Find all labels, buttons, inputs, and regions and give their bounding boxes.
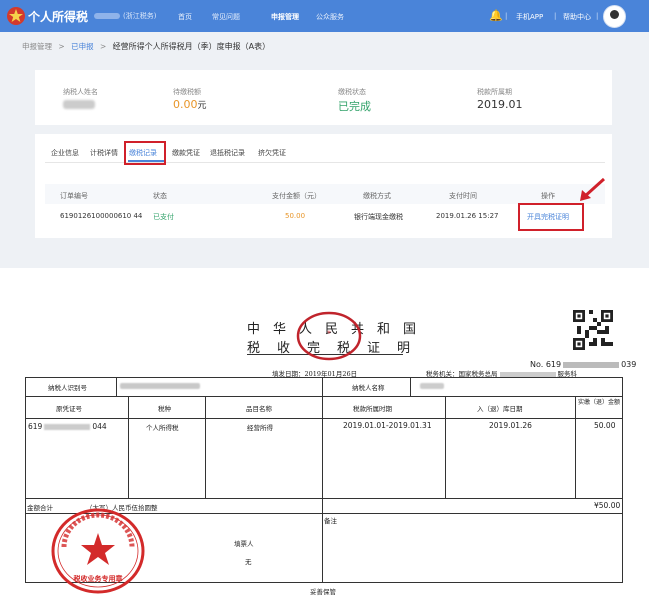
svg-text:★: ★ — [326, 329, 331, 336]
grid-line — [445, 396, 446, 498]
voucher-no-cell: 619 044 — [28, 422, 107, 431]
top-navigation-bar: 个人所得税 (浙江税务) 首页 常见问题 申报管理 公众服务 🔔 | 手机APP… — [0, 0, 649, 32]
order-no-cell: 6190126100000610 44 — [60, 212, 143, 220]
redacted-number — [563, 361, 620, 368]
hdr-storage-date: 入（退）库日期 — [477, 405, 523, 413]
app-brand-title[interactable]: 个人所得税 — [28, 8, 88, 25]
tab-refund-records[interactable]: 退抵税记录 — [210, 148, 245, 158]
tax-period-value: 2019.01 — [477, 98, 523, 111]
remark-label: 备注 — [324, 517, 337, 525]
hdr-paid-amount: 实缴（退）金额 — [578, 399, 621, 406]
preparer-label: 填票人 — [234, 540, 254, 548]
amount-cell: 50.00 — [285, 212, 306, 220]
redacted-taxpayer-name — [63, 100, 95, 109]
amount-due-label: 待缴税额 — [173, 88, 201, 96]
taxpayer-name-label: 纳税人姓名 — [63, 88, 98, 96]
breadcrumb-declared[interactable]: 已申报 — [71, 42, 94, 51]
grid-line — [25, 498, 623, 499]
payment-status-value: 已完成 — [338, 100, 371, 113]
divider: | — [505, 12, 508, 20]
grid-line — [25, 396, 623, 397]
divider: | — [596, 12, 599, 20]
redacted-voucher — [44, 424, 91, 430]
seal-text: 税收业务专用章 — [74, 574, 123, 583]
grid-line — [116, 377, 117, 396]
redacted-taxpayer-name-cert — [420, 383, 444, 389]
footer-keep-safely: 妥善保管 — [310, 588, 336, 596]
nav-declaration-management[interactable]: 申报管理 — [271, 12, 299, 22]
redacted-region — [94, 13, 120, 19]
grid-line — [410, 377, 411, 396]
total-amount: ¥50.00 — [594, 501, 621, 510]
highlight-box-tab — [124, 141, 166, 165]
taxpayer-name-label-cert: 纳税人名称 — [352, 384, 385, 392]
nav-public-service[interactable]: 公众服务 — [316, 12, 344, 22]
breadcrumb-root[interactable]: 申报管理 — [22, 42, 52, 51]
user-avatar[interactable] — [603, 5, 626, 28]
title-red-circle: ★ — [296, 311, 362, 361]
region-selector[interactable]: (浙江税务) — [94, 11, 156, 21]
date-cell: 2019.01.26 — [489, 421, 532, 430]
status-cell: 已支付 — [153, 213, 174, 221]
payment-status-label: 缴税状态 — [338, 88, 366, 96]
tab-arrears-voucher[interactable]: 挤欠凭证 — [258, 148, 286, 158]
tab-payment-voucher[interactable]: 缴款凭证 — [172, 148, 200, 158]
breadcrumb-current: 经营所得个人所得税月（季）度申报（A表） — [112, 42, 271, 51]
hdr-tax-type: 税种 — [158, 405, 171, 413]
breadcrumb-sep: > — [58, 42, 65, 51]
grid-line — [622, 377, 623, 582]
col-order-no: 订单编号 — [60, 192, 88, 200]
divider: | — [554, 12, 557, 20]
summary-card: 纳税人姓名 待缴税额 0.00元 缴税状态 已完成 税款所属期 2019.01 — [35, 70, 612, 125]
official-red-seal-icon: 税收业务专用章 — [51, 508, 145, 594]
col-time: 支付时间 — [449, 192, 477, 200]
grid-line — [25, 377, 26, 582]
col-action: 操作 — [541, 192, 555, 200]
help-center-link[interactable]: 帮助中心 — [563, 12, 591, 22]
app-window: 个人所得税 (浙江税务) 首页 常见问题 申报管理 公众服务 🔔 | 手机APP… — [0, 0, 649, 268]
grid-line — [322, 396, 323, 582]
tax-type-cell: 个人所得税 — [146, 424, 179, 432]
col-method: 缴税方式 — [363, 192, 391, 200]
tax-emblem-icon — [7, 7, 25, 25]
hdr-voucher-no: 原凭证号 — [56, 405, 82, 413]
redacted-taxpayer-id — [120, 383, 200, 389]
item-cell: 经营所得 — [247, 424, 273, 432]
red-arrow-icon — [580, 177, 606, 201]
nav-faq[interactable]: 常见问题 — [212, 12, 240, 22]
method-cell: 银行端现金缴税 — [354, 213, 403, 221]
nav-home[interactable]: 首页 — [178, 12, 192, 22]
col-status: 状态 — [153, 192, 167, 200]
hdr-tax-period: 税款所属时期 — [353, 405, 392, 413]
tab-company-info[interactable]: 企业信息 — [51, 148, 79, 158]
redacted-authority — [499, 371, 556, 377]
breadcrumb: 申报管理 > 已申报 > 经营所得个人所得税月（季）度申报（A表） — [22, 41, 270, 52]
hdr-item-name: 品目名称 — [246, 405, 272, 413]
highlight-box-action — [518, 203, 584, 231]
preparer-value: 无 — [245, 558, 252, 566]
grid-line — [128, 396, 129, 498]
grid-line — [25, 377, 623, 378]
taxpayer-id-label: 纳税人识别号 — [48, 384, 87, 392]
grid-line — [575, 396, 576, 498]
table-header-row — [45, 184, 605, 204]
bell-icon[interactable]: 🔔 — [489, 9, 503, 22]
time-cell: 2019.01.26 15:27 — [436, 212, 499, 220]
amount-cell-cert: 50.00 — [594, 421, 616, 430]
grid-line — [205, 396, 206, 498]
tab-tax-details[interactable]: 计税详情 — [90, 148, 118, 158]
qr-code-icon — [573, 310, 613, 350]
breadcrumb-sep: > — [99, 42, 107, 51]
region-label: 浙江税务 — [125, 12, 154, 20]
period-cell: 2019.01.01-2019.01.31 — [343, 421, 432, 430]
grid-line — [25, 418, 623, 419]
mobile-app-link[interactable]: 手机APP — [516, 12, 543, 22]
grid-line — [322, 377, 323, 396]
amount-due-value: 0.00元 — [173, 98, 207, 111]
tax-period-label: 税款所属期 — [477, 88, 512, 96]
col-amount: 支付金额（元） — [272, 192, 321, 200]
